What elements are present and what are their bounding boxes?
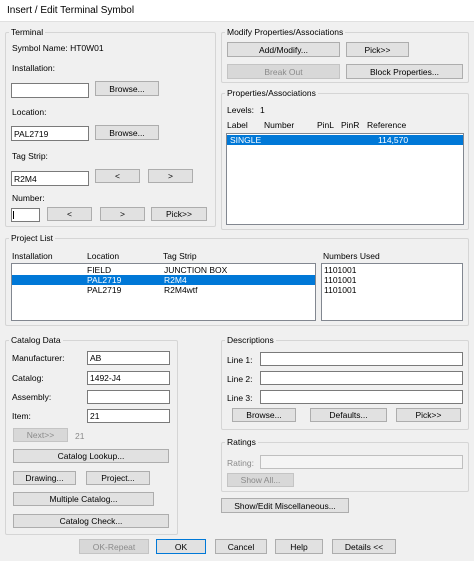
properties-group-title: Properties/Associations: [225, 88, 318, 98]
project-col-tag-strip: Tag Strip: [163, 251, 197, 261]
project-row-location: PAL2719: [87, 275, 122, 285]
text-cursor: [13, 211, 14, 219]
project-col-location: Location: [87, 251, 120, 261]
numbers-used-label: Numbers Used: [323, 251, 380, 261]
line2-label: Line 2:: [227, 374, 253, 384]
show-edit-misc-button[interactable]: Show/Edit Miscellaneous...: [221, 498, 349, 513]
project-list[interactable]: FIELD JUNCTION BOX PAL2719 R2M4 PAL2719 …: [11, 263, 316, 321]
number-field[interactable]: [11, 208, 40, 222]
prop-col-number: Number: [264, 120, 295, 130]
prop-col-label: Label: [227, 120, 248, 130]
line1-field[interactable]: [260, 352, 463, 366]
add-modify-button[interactable]: Add/Modify...: [227, 42, 340, 57]
descriptions-defaults-button[interactable]: Defaults...: [310, 408, 387, 422]
ok-repeat-button[interactable]: OK-Repeat: [79, 539, 149, 554]
drawing-button[interactable]: Drawing...: [13, 471, 76, 485]
numbers-used-value: 1101001: [324, 285, 357, 295]
tag-strip-prev-button[interactable]: <: [95, 169, 140, 183]
catalog-group-title: Catalog Data: [9, 335, 63, 345]
tag-strip-label: Tag Strip:: [12, 151, 48, 161]
catalog-lookup-button[interactable]: Catalog Lookup...: [13, 449, 169, 463]
details-button[interactable]: Details <<: [332, 539, 396, 554]
catalog-label: Catalog:: [12, 373, 44, 383]
modify-pick-button[interactable]: Pick>>: [346, 42, 409, 57]
window-title: Insert / Edit Terminal Symbol: [7, 5, 135, 16]
catalog-check-button[interactable]: Catalog Check...: [13, 514, 169, 528]
numbers-used-value: 1101001: [324, 275, 357, 285]
line1-label: Line 1:: [227, 355, 253, 365]
prop-col-pinl: PinL: [317, 120, 335, 130]
line2-field[interactable]: [260, 371, 463, 385]
number-label: Number:: [12, 193, 45, 203]
project-button[interactable]: Project...: [86, 471, 150, 485]
project-row[interactable]: PAL2719 R2M4wtf: [12, 285, 315, 295]
numbers-used-item[interactable]: 1101001: [322, 285, 462, 295]
project-list-group-title: Project List: [9, 233, 56, 243]
prop-row-reference: 114,570: [378, 135, 409, 145]
terminal-group-title: Terminal: [9, 27, 46, 37]
ok-button[interactable]: OK: [156, 539, 206, 554]
location-browse-button[interactable]: Browse...: [95, 125, 159, 140]
cancel-button[interactable]: Cancel: [215, 539, 267, 554]
prop-col-pinr: PinR: [341, 120, 360, 130]
assembly-field[interactable]: [87, 390, 170, 404]
manufacturer-label: Manufacturer:: [12, 353, 65, 363]
project-row-location: PAL2719: [87, 285, 122, 295]
descriptions-browse-button[interactable]: Browse...: [232, 408, 296, 422]
descriptions-group-title: Descriptions: [225, 335, 276, 345]
tag-strip-field[interactable]: [11, 171, 89, 186]
ratings-group-title: Ratings: [225, 437, 258, 447]
number-next-button[interactable]: >: [100, 207, 145, 221]
block-properties-button[interactable]: Block Properties...: [346, 64, 463, 79]
show-all-button[interactable]: Show All...: [227, 473, 294, 487]
manufacturer-field[interactable]: [87, 351, 170, 365]
prop-row-label: SINGLE: [230, 135, 262, 145]
project-row-tag-strip: R2M4: [164, 275, 187, 285]
project-col-installation: Installation: [12, 251, 53, 261]
number-pick-button[interactable]: Pick>>: [151, 207, 207, 221]
installation-browse-button[interactable]: Browse...: [95, 81, 159, 96]
project-row[interactable]: PAL2719 R2M4: [12, 275, 315, 285]
project-row[interactable]: FIELD JUNCTION BOX: [12, 265, 315, 275]
help-button[interactable]: Help: [275, 539, 323, 554]
project-row-tag-strip: JUNCTION BOX: [164, 265, 228, 275]
numbers-used-item[interactable]: 1101001: [322, 275, 462, 285]
item-field[interactable]: [87, 409, 170, 423]
numbers-used-list[interactable]: 1101001 1101001 1101001: [321, 263, 463, 321]
title-bar: Insert / Edit Terminal Symbol: [0, 0, 474, 22]
break-out-button[interactable]: Break Out: [227, 64, 340, 79]
catalog-next-button[interactable]: Next>>: [13, 428, 68, 442]
rating-field[interactable]: [260, 455, 463, 469]
rating-label: Rating:: [227, 458, 254, 468]
modify-group-title: Modify Properties/Associations: [225, 27, 346, 37]
installation-field[interactable]: [11, 83, 89, 98]
line3-label: Line 3:: [227, 393, 253, 403]
descriptions-pick-button[interactable]: Pick>>: [396, 408, 461, 422]
item-label: Item:: [12, 411, 31, 421]
location-label: Location:: [12, 107, 47, 117]
location-field[interactable]: [11, 126, 89, 141]
properties-list[interactable]: SINGLE 114,570: [226, 133, 464, 225]
assembly-label: Assembly:: [12, 392, 52, 402]
symbol-name-label: Symbol Name: HT0W01: [12, 43, 104, 53]
levels-value: 1: [260, 105, 265, 115]
installation-label: Installation:: [12, 63, 55, 73]
project-row-tag-strip: R2M4wtf: [164, 285, 198, 295]
number-prev-button[interactable]: <: [47, 207, 92, 221]
properties-row[interactable]: SINGLE 114,570: [227, 135, 463, 145]
catalog-field[interactable]: [87, 371, 170, 385]
line3-field[interactable]: [260, 390, 463, 404]
numbers-used-value: 1101001: [324, 265, 357, 275]
tag-strip-next-button[interactable]: >: [148, 169, 193, 183]
levels-label: Levels:: [227, 105, 254, 115]
prop-col-reference: Reference: [367, 120, 407, 130]
multiple-catalog-button[interactable]: Multiple Catalog...: [13, 492, 154, 506]
numbers-used-item[interactable]: 1101001: [322, 265, 462, 275]
project-row-location: FIELD: [87, 265, 112, 275]
catalog-next-count: 21: [75, 431, 85, 441]
